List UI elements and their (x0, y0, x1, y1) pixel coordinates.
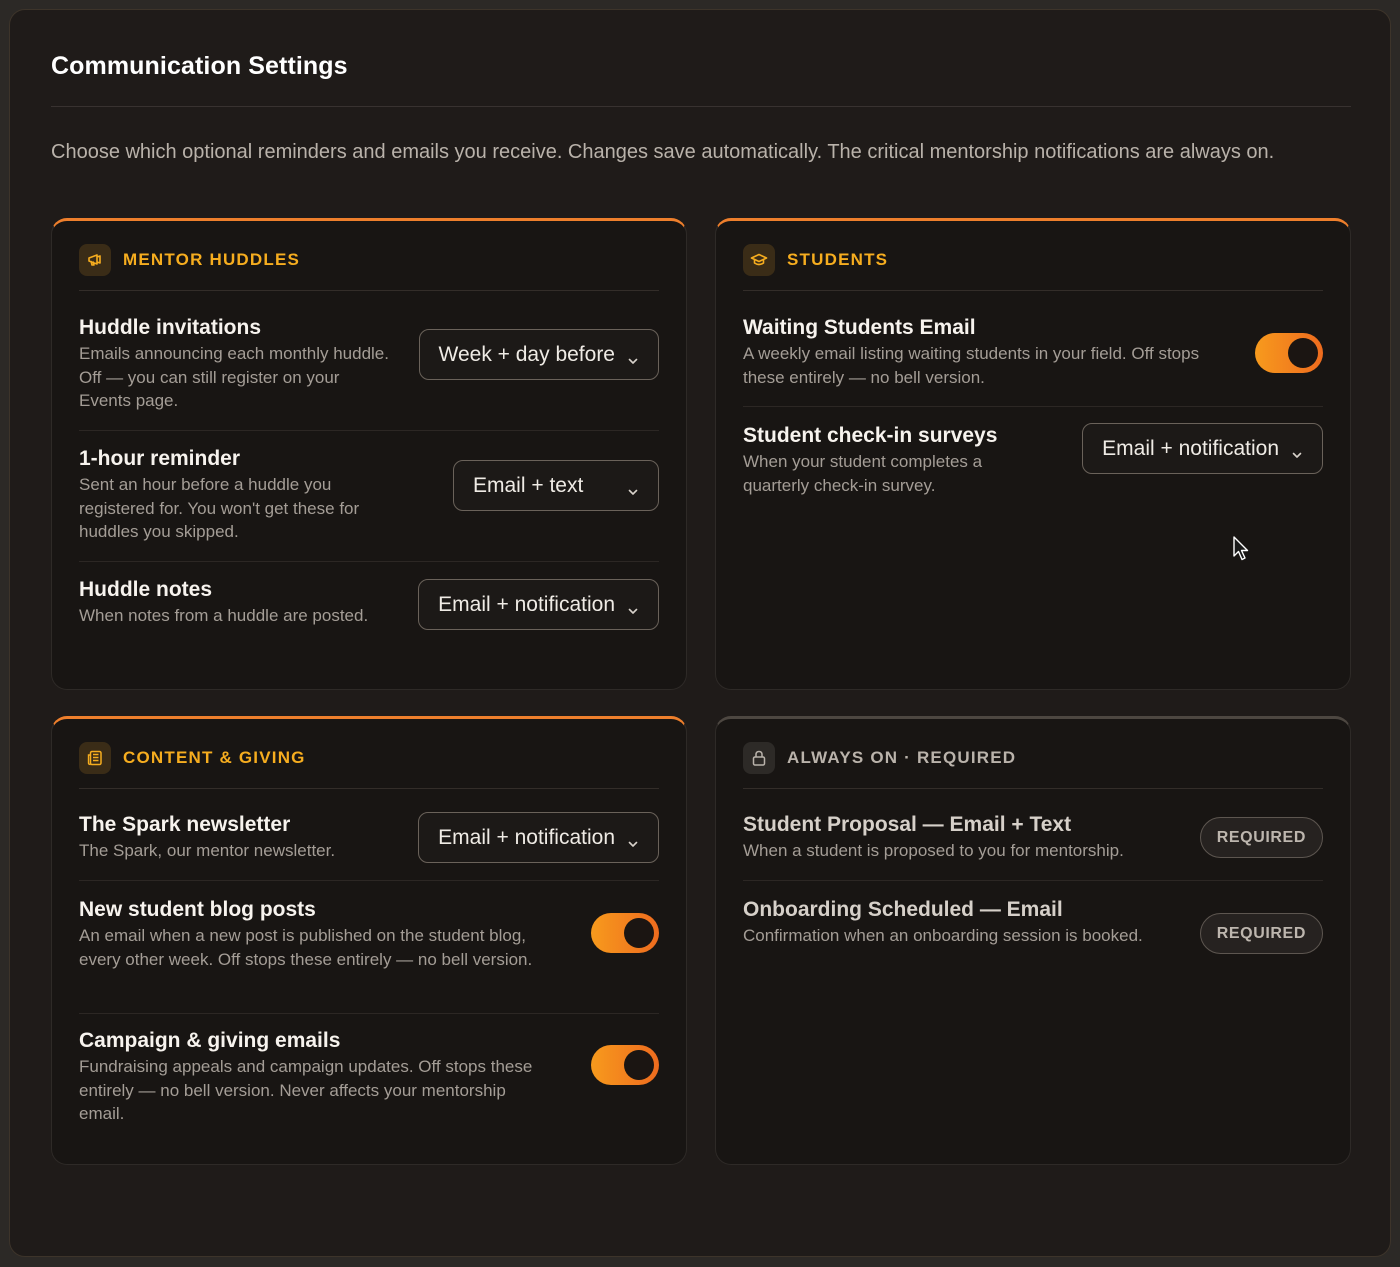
card-title: CONTENT & GIVING (123, 748, 306, 767)
setting-row-spark-newsletter: The Spark newsletter The Spark, our ment… (79, 812, 659, 881)
chevron-down-icon (1291, 443, 1303, 458)
setting-title: The Spark newsletter (79, 813, 291, 836)
setting-row-huddle-invitations: Huddle invitations Emails announcing eac… (79, 315, 659, 431)
title-divider (51, 106, 1351, 107)
1-hour-reminder-select[interactable]: Email + text (453, 460, 659, 511)
card-header: MENTOR HUDDLES (79, 244, 659, 291)
setting-title: 1-hour reminder (79, 447, 241, 470)
toggle-knob (1288, 338, 1318, 368)
select-value: Email + notification (1102, 436, 1279, 460)
required-badge: REQUIRED (1199, 913, 1323, 954)
setting-row-onboarding-scheduled: Onboarding Scheduled — Email Confirmatio… (743, 897, 1323, 977)
setting-row-waiting-students-email: Waiting Students Email A weekly email li… (743, 315, 1323, 407)
card-title: MENTOR HUDDLES (123, 250, 301, 269)
card-header: CONTENT & GIVING (79, 742, 659, 789)
setting-row-student-check-in-surveys: Student check-in surveys When your stude… (743, 423, 1323, 513)
page-title: Communication Settings (51, 52, 348, 80)
campaign-giving-emails-toggle[interactable] (591, 1045, 659, 1085)
mentor-huddles-card: MENTOR HUDDLES Huddle invitations Emails… (51, 218, 687, 690)
setting-description: A weekly email listing waiting students … (743, 344, 1200, 387)
setting-title: Campaign & giving emails (79, 1029, 341, 1052)
students-card: STUDENTS Waiting Students Email A weekly… (715, 218, 1351, 690)
select-value: Email + notification (438, 592, 615, 616)
megaphone-icon (79, 244, 111, 276)
card-header: STUDENTS (743, 244, 1323, 291)
setting-row-campaign-giving-emails: Campaign & giving emails Fundraising app… (79, 1028, 659, 1128)
chevron-down-icon (627, 599, 639, 614)
huddle-invitations-select[interactable]: Week + day before (418, 329, 659, 380)
setting-description: Sent an hour before a huddle you registe… (79, 475, 360, 541)
chevron-down-icon (627, 832, 639, 847)
settings-panel: Communication Settings Choose which opti… (9, 9, 1391, 1257)
setting-description: The Spark, our mentor newsletter. (79, 841, 336, 860)
newspaper-icon (79, 742, 111, 774)
toggle-knob (624, 918, 654, 948)
card-header: ALWAYS ON · REQUIRED (743, 742, 1323, 789)
spark-newsletter-select[interactable]: Email + notification (418, 812, 659, 863)
setting-title: Waiting Students Email (743, 316, 976, 339)
setting-description: An email when a new post is published on… (79, 926, 533, 969)
required-badge: REQUIRED (1199, 817, 1323, 858)
chevron-down-icon (627, 480, 639, 495)
intro-text: Choose which optional reminders and emai… (51, 141, 1275, 163)
setting-row-huddle-notes: Huddle notes When notes from a huddle ar… (79, 577, 659, 667)
setting-title: Student Proposal — Email + Text (743, 813, 1072, 836)
mouse-cursor-icon (1233, 536, 1251, 569)
select-value: Week + day before (438, 342, 615, 366)
chevron-down-icon (627, 349, 639, 364)
select-value: Email + text (473, 473, 584, 497)
card-title: ALWAYS ON · REQUIRED (787, 748, 1017, 767)
setting-description: When your student completes a quarterly … (743, 452, 983, 495)
card-title: STUDENTS (787, 250, 889, 269)
student-check-in-surveys-select[interactable]: Email + notification (1082, 423, 1323, 474)
setting-description: Fundraising appeals and campaign updates… (79, 1057, 533, 1123)
setting-description: When a student is proposed to you for me… (743, 841, 1124, 860)
setting-row-student-proposal: Student Proposal — Email + Text When a s… (743, 812, 1323, 881)
lock-icon (743, 742, 775, 774)
always-on-card: ALWAYS ON · REQUIRED Student Proposal — … (715, 716, 1351, 1165)
content-giving-card: CONTENT & GIVING The Spark newsletter Th… (51, 716, 687, 1165)
setting-row-new-student-blog-posts: New student blog posts An email when a n… (79, 897, 659, 1014)
setting-description: Confirmation when an onboarding session … (743, 926, 1143, 945)
select-value: Email + notification (438, 825, 615, 849)
waiting-students-email-toggle[interactable] (1255, 333, 1323, 373)
setting-row-1-hour-reminder: 1-hour reminder Sent an hour before a hu… (79, 446, 659, 562)
huddle-notes-select[interactable]: Email + notification (418, 579, 659, 630)
setting-description: Emails announcing each monthly huddle. O… (79, 344, 389, 410)
setting-description: When notes from a huddle are posted. (79, 606, 369, 625)
setting-title: Huddle notes (79, 578, 213, 601)
setting-title: Student check-in surveys (743, 424, 998, 447)
graduation-cap-icon (743, 244, 775, 276)
toggle-knob (624, 1050, 654, 1080)
setting-title: Huddle invitations (79, 316, 262, 339)
setting-title: Onboarding Scheduled — Email (743, 898, 1063, 921)
setting-title: New student blog posts (79, 898, 316, 921)
new-student-blog-posts-toggle[interactable] (591, 913, 659, 953)
